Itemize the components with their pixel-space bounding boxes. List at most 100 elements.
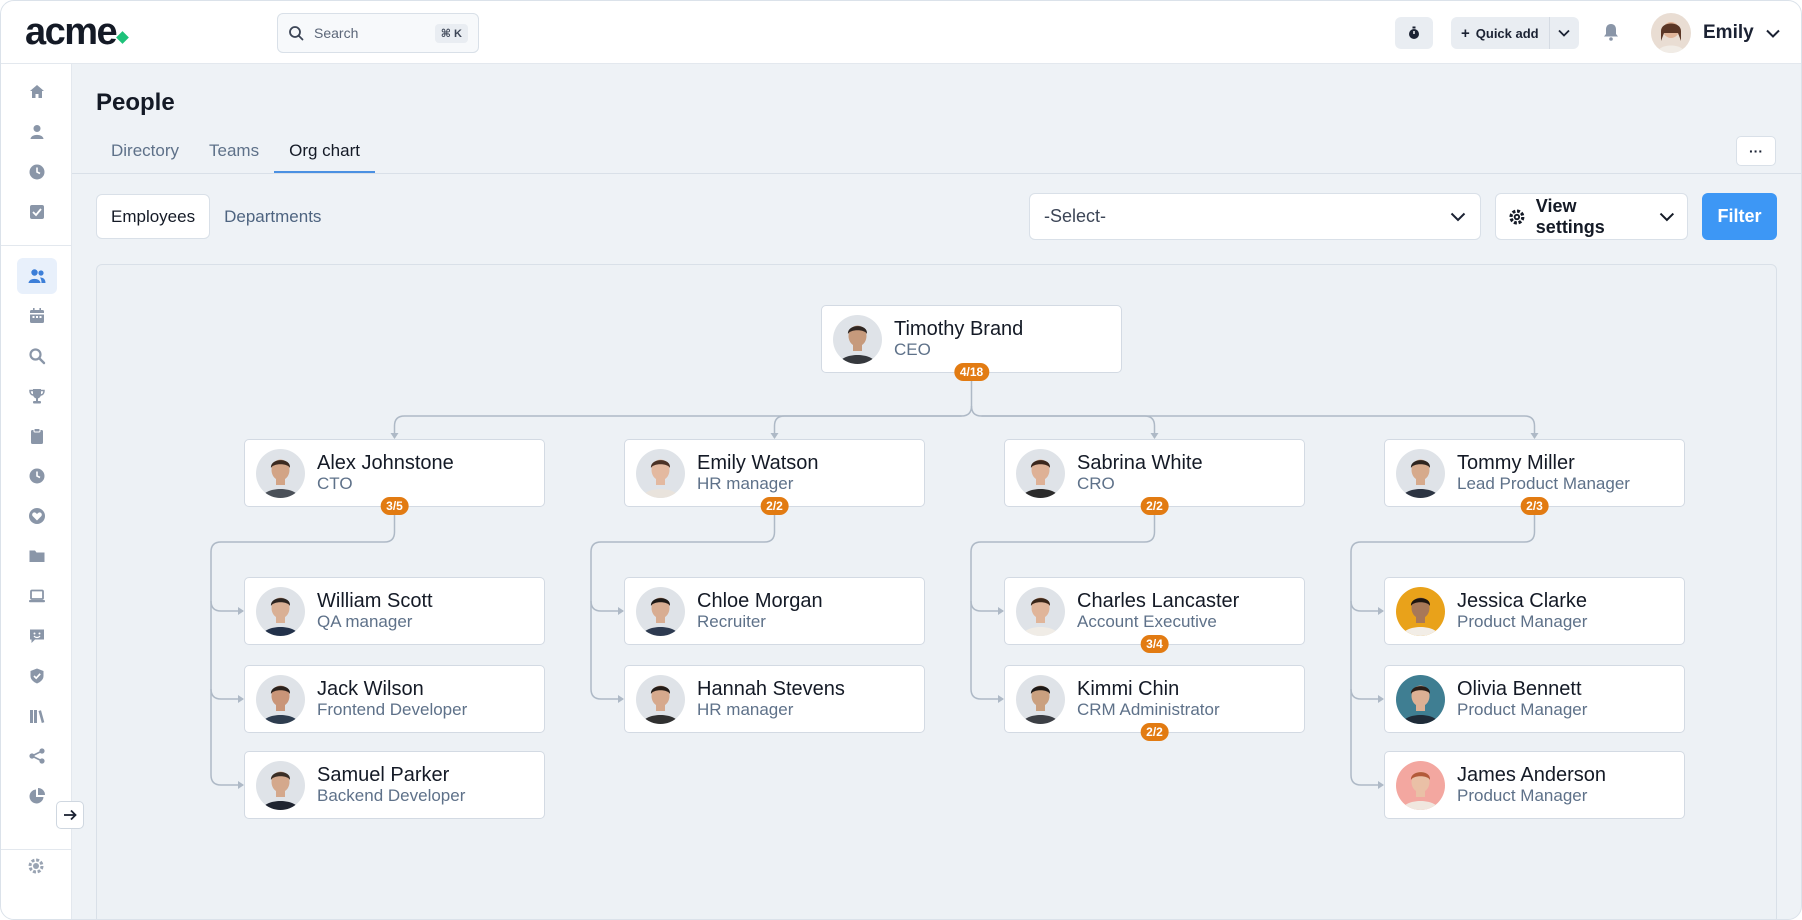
- calendar-icon: [30, 308, 44, 323]
- shield-check-icon: [30, 668, 44, 684]
- folder-icon: [29, 550, 45, 562]
- filter-button[interactable]: Filter: [1702, 193, 1777, 240]
- more-options-button[interactable]: ···: [1736, 136, 1776, 166]
- sidebar-item-chat-smile[interactable]: [17, 618, 57, 654]
- report-count-badge[interactable]: 2/2: [760, 497, 789, 515]
- connector-line: [981, 415, 1536, 438]
- employee-card[interactable]: Jack Wilson Frontend Developer: [244, 665, 545, 733]
- employee-card[interactable]: James Anderson Product Manager: [1384, 751, 1685, 819]
- org-chart-canvas[interactable]: Timothy Brand CEO 4/18 Alex Johnstone CTO 3/5…: [96, 264, 1777, 919]
- employee-card[interactable]: Tommy Miller Lead Product Manager 2/3: [1384, 439, 1685, 515]
- employee-card[interactable]: William Scott QA manager: [244, 577, 545, 645]
- sidebar-item-clock[interactable]: [17, 458, 57, 494]
- employee-card[interactable]: Kimmi Chin CRM Administrator 2/2: [1004, 665, 1305, 741]
- sidebar-item-pie-chart[interactable]: [17, 778, 57, 814]
- person-icon: [30, 125, 44, 139]
- search-input[interactable]: Search ⌘ K: [277, 13, 479, 53]
- sidebar-item-clipboard[interactable]: [17, 418, 57, 454]
- employee-card[interactable]: Samuel Parker Backend Developer: [244, 751, 545, 819]
- employee-info: Sabrina White CRO: [1077, 452, 1203, 494]
- segment-employees[interactable]: Employees: [96, 194, 211, 239]
- pie-chart-icon: [29, 788, 45, 804]
- employee-info: Charles Lancaster Account Executive: [1077, 590, 1239, 632]
- chat-smile-icon: [30, 629, 44, 643]
- notifications-button[interactable]: [1603, 23, 1619, 46]
- connector-line: [773, 415, 962, 438]
- employee-info: Samuel Parker Backend Developer: [317, 764, 465, 806]
- sidebar-item-clock[interactable]: [17, 154, 57, 190]
- sidebar-item-heart[interactable]: [17, 498, 57, 534]
- tabs-divider: [72, 173, 1801, 174]
- sidebar-item-trophy[interactable]: [17, 378, 57, 414]
- sidebar-item-shield-check[interactable]: [17, 658, 57, 694]
- report-count-badge[interactable]: 2/2: [1140, 497, 1169, 515]
- avatar: [256, 674, 305, 724]
- avatar: [1396, 586, 1445, 636]
- sidebar-item-checkbox[interactable]: [17, 194, 57, 230]
- employee-card[interactable]: Sabrina White CRO 2/2: [1004, 439, 1305, 515]
- timer-button[interactable]: [1395, 17, 1433, 49]
- employee-role: HR manager: [697, 700, 794, 719]
- settings-button[interactable]: [16, 848, 56, 884]
- employee-card[interactable]: Timothy Brand CEO 4/18: [821, 305, 1122, 381]
- report-count-badge[interactable]: 3/5: [380, 497, 409, 515]
- tab-directory[interactable]: Directory: [96, 131, 194, 173]
- view-settings-button[interactable]: View settings: [1495, 193, 1688, 240]
- avatar: [636, 448, 685, 498]
- sidebar-item-people[interactable]: [17, 258, 57, 294]
- report-count-badge[interactable]: 2/2: [1140, 723, 1169, 741]
- employee-role: Account Executive: [1077, 612, 1217, 631]
- gear-icon: [28, 858, 44, 874]
- user-menu[interactable]: Emily: [1651, 13, 1780, 53]
- sidebar-item-folder[interactable]: [17, 538, 57, 574]
- employee-name: Chloe Morgan: [697, 590, 823, 612]
- collapse-sidebar-button[interactable]: [56, 801, 84, 829]
- employee-info: Olivia Bennett Product Manager: [1457, 678, 1587, 720]
- chevron-down-icon: [1558, 29, 1570, 37]
- avatar: [1016, 674, 1065, 724]
- employee-card[interactable]: Alex Johnstone CTO 3/5: [244, 439, 545, 515]
- filter-select[interactable]: -Select-: [1029, 193, 1481, 240]
- sidebar-item-books[interactable]: [17, 698, 57, 734]
- sidebar-item-calendar[interactable]: [17, 298, 57, 334]
- avatar: [636, 674, 685, 724]
- tab-org-chart[interactable]: Org chart: [274, 131, 375, 173]
- quick-add-dropdown[interactable]: [1548, 17, 1579, 49]
- logo[interactable]: acme: [25, 11, 130, 54]
- tab-teams[interactable]: Teams: [194, 131, 274, 173]
- employee-name: James Anderson: [1457, 764, 1606, 786]
- sidebar-item-share[interactable]: [17, 738, 57, 774]
- avatar: [1016, 448, 1065, 498]
- sidebar-item-home[interactable]: [17, 74, 57, 110]
- quick-add-button[interactable]: + Quick add: [1451, 17, 1549, 49]
- segment-departments[interactable]: Departments: [210, 194, 335, 239]
- employee-card[interactable]: Emily Watson HR manager 2/2: [624, 439, 925, 515]
- employee-info: Chloe Morgan Recruiter: [697, 590, 823, 632]
- quick-add-label: Quick add: [1475, 25, 1539, 41]
- employee-card[interactable]: Olivia Bennett Product Manager: [1384, 665, 1685, 733]
- avatar: [636, 586, 685, 636]
- sidebar-item-person[interactable]: [17, 114, 57, 150]
- employee-name: Jessica Clarke: [1457, 590, 1588, 612]
- report-count-badge[interactable]: 3/4: [1140, 635, 1169, 653]
- sidebar-item-search[interactable]: [17, 338, 57, 374]
- employee-info: Kimmi Chin CRM Administrator: [1077, 678, 1220, 720]
- employee-role: Product Manager: [1457, 612, 1588, 631]
- employee-card[interactable]: Chloe Morgan Recruiter: [624, 577, 925, 645]
- employee-card[interactable]: Hannah Stevens HR manager: [624, 665, 925, 733]
- employee-info: Jessica Clarke Product Manager: [1457, 590, 1587, 632]
- avatar: [256, 760, 305, 810]
- employee-card[interactable]: Charles Lancaster Account Executive 3/4: [1004, 577, 1305, 653]
- employee-info: James Anderson Product Manager: [1457, 764, 1606, 806]
- employee-role: Lead Product Manager: [1457, 474, 1630, 493]
- employee-name: Samuel Parker: [317, 764, 450, 786]
- employee-name: Tommy Miller: [1457, 452, 1575, 474]
- report-count-badge[interactable]: 4/18: [953, 363, 990, 381]
- plus-icon: +: [1461, 24, 1470, 42]
- sidebar-item-laptop[interactable]: [17, 578, 57, 614]
- employee-info: Alex Johnstone CTO: [317, 452, 454, 494]
- home-icon: [30, 85, 44, 98]
- avatar: [1016, 586, 1065, 636]
- report-count-badge[interactable]: 2/3: [1520, 497, 1549, 515]
- employee-card[interactable]: Jessica Clarke Product Manager: [1384, 577, 1685, 645]
